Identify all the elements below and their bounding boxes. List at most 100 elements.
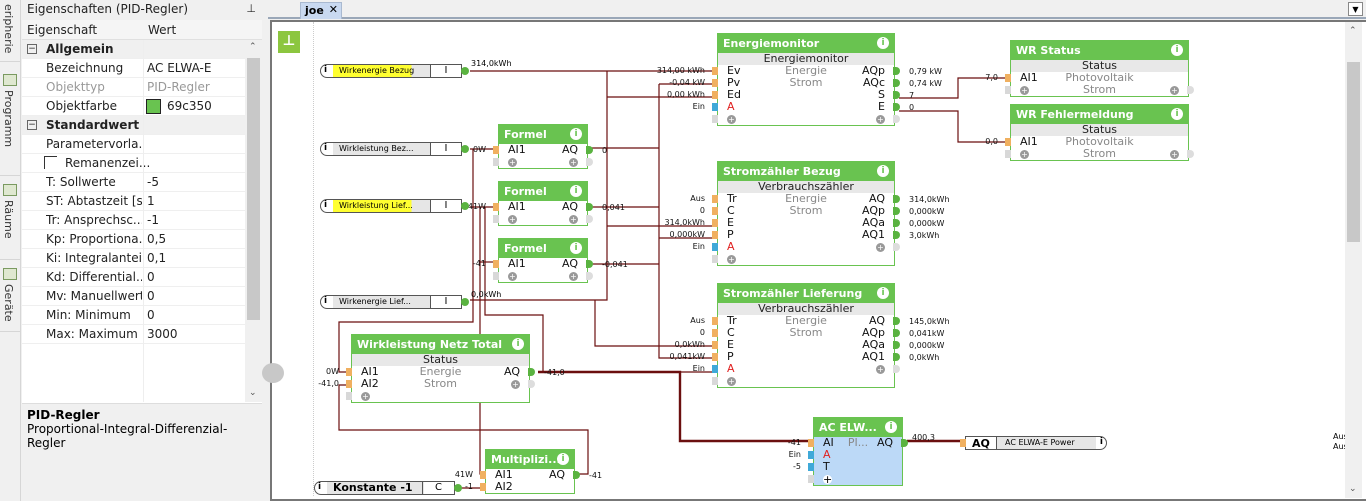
input-pin[interactable]: 0W	[473, 146, 499, 154]
output-pin[interactable]	[454, 484, 462, 492]
input-pin[interactable]: -1	[465, 483, 486, 491]
block-wrfehler[interactable]: WR Fehlermeldung i Status Photovoltaik 0,0 AI…	[985, 104, 1194, 161]
block-header[interactable]: AC ELW... i	[814, 418, 902, 437]
input-pin[interactable]: 41W	[468, 203, 499, 211]
block-header[interactable]: WR Status i	[1011, 41, 1188, 60]
input-pin[interactable]	[1005, 86, 1011, 94]
block-pid[interactable]: AC ELW... i PI... -41 AI AQ Ein A -5 T +	[788, 417, 908, 486]
input-pin[interactable]: Ein	[693, 103, 718, 111]
input-pin[interactable]: 0,041kW	[670, 353, 718, 361]
input-pin[interactable]: -5	[793, 463, 814, 471]
canvas-scroll-thumb[interactable]	[1347, 62, 1360, 242]
input-pin[interactable]: 0,00 kWh	[667, 91, 718, 99]
info-icon[interactable]: i	[512, 338, 524, 350]
block-header[interactable]: Formel i	[499, 182, 587, 201]
input-pin[interactable]	[712, 255, 718, 263]
add-input-icon[interactable]: +	[1020, 148, 1029, 160]
info-icon[interactable]: i	[885, 421, 897, 433]
add-input-icon[interactable]: +	[508, 156, 517, 168]
output-pin[interactable]	[461, 202, 469, 210]
block-header[interactable]: WR Fehlermeldung i	[1011, 105, 1188, 124]
info-icon[interactable]: i	[324, 200, 327, 210]
input-pin[interactable]: 314,00 kWh	[657, 67, 718, 75]
add-output-icon[interactable]: +	[569, 270, 578, 282]
input-pin[interactable]	[493, 158, 499, 166]
input-pin[interactable]: -41	[473, 260, 499, 268]
add-input-icon[interactable]: +	[508, 270, 517, 282]
block-header[interactable]: Energiemonitor i	[718, 34, 894, 53]
add-input-icon[interactable]: +	[727, 375, 736, 387]
add-output-icon[interactable]: +	[1170, 148, 1179, 160]
input-reference[interactable]: i Wirkenergie Lief... I 0,0kWh	[320, 290, 501, 309]
input-pin[interactable]: 0	[700, 329, 718, 337]
block-formel3[interactable]: Formel i -41 AI1 AQ -0,041 + +	[473, 238, 628, 283]
input-pin[interactable]	[712, 115, 718, 123]
info-icon[interactable]: i	[1171, 108, 1183, 120]
input-pin[interactable]: 7,0	[985, 74, 1011, 82]
info-icon[interactable]: i	[324, 296, 327, 306]
block-formel1[interactable]: Formel i 0W AI1 AQ 0 + +	[473, 124, 607, 169]
output-pin[interactable]	[461, 145, 469, 153]
add-output-icon[interactable]: +	[569, 213, 578, 225]
block-header[interactable]: Stromzähler Lieferung i	[718, 284, 894, 303]
input-pin[interactable]	[346, 392, 352, 400]
add-input-icon[interactable]: +	[361, 390, 370, 402]
input-pin[interactable]: -0,04 kW	[669, 79, 718, 87]
input-pin[interactable]: Ein	[789, 451, 814, 459]
block-netztotal[interactable]: Wirkleistung Netz Total i Status Energie 0W A…	[318, 334, 565, 403]
add-output-icon[interactable]: +	[876, 113, 885, 125]
input-pin[interactable]: 0W	[326, 368, 352, 376]
input-pin[interactable]	[808, 475, 814, 483]
scroll-up-icon[interactable]: ⌃	[1349, 26, 1357, 36]
info-icon[interactable]: i	[1100, 437, 1103, 447]
add-output-icon[interactable]: +	[876, 241, 885, 253]
input-pin[interactable]	[960, 439, 966, 447]
block-energiemonitor[interactable]: Energiemonitor i Energiemonitor Energie 314,…	[657, 33, 942, 126]
block-header[interactable]: Stromzähler Bezug i	[718, 162, 894, 181]
input-pin[interactable]: 0,0	[985, 138, 1011, 146]
add-input-icon[interactable]: +	[727, 113, 736, 125]
block-header[interactable]: Formel i	[499, 125, 587, 144]
add-output-icon[interactable]: +	[876, 363, 885, 375]
input-reference[interactable]: i Wirkenergie Bezug I 314,0kWh	[320, 59, 512, 78]
info-icon[interactable]: i	[877, 165, 889, 177]
input-pin[interactable]: 0,000kW	[670, 231, 718, 239]
input-pin[interactable]: Ein	[693, 365, 718, 373]
input-pin[interactable]: Ein	[693, 243, 718, 251]
add-input-icon[interactable]: +	[727, 253, 736, 265]
info-icon[interactable]: i	[570, 185, 582, 197]
input-reference[interactable]: i Wirkleistung Lief... I	[320, 199, 469, 213]
info-icon[interactable]: i	[877, 287, 889, 299]
input-pin[interactable]	[712, 377, 718, 385]
block-bezug[interactable]: Stromzähler Bezug i Verbrauchszähler Energi…	[664, 161, 950, 266]
input-pin[interactable]: 0,0kWh	[675, 341, 718, 349]
block-formel2[interactable]: Formel i 41W AI1 AQ 0,041 + +	[468, 181, 625, 226]
block-lieferung[interactable]: Stromzähler Lieferung i Verbrauchszähler En…	[670, 283, 950, 388]
output-reference-ac-elwa-power[interactable]: AQ AC ELWA-E Power i	[960, 436, 1107, 450]
input-pin[interactable]: -41,0	[318, 380, 352, 388]
info-icon[interactable]: i	[877, 37, 889, 49]
input-pin[interactable]: -41	[788, 439, 814, 447]
info-icon[interactable]: i	[570, 128, 582, 140]
input-pin[interactable]: 314,0kWh	[664, 219, 718, 227]
block-multi[interactable]: Multiplizi... i 41W AI1 AQ -41 -1 AI2	[455, 449, 602, 494]
input-pin[interactable]	[493, 215, 499, 223]
input-reference[interactable]: i Wirkleistung Bez... I	[320, 142, 469, 156]
block-header[interactable]: Multiplizi... i	[486, 450, 574, 469]
input-pin[interactable]	[493, 272, 499, 280]
output-pin[interactable]	[461, 298, 469, 306]
info-icon[interactable]: i	[324, 143, 327, 153]
input-pin[interactable]: 41W	[455, 471, 486, 479]
info-icon[interactable]: i	[1171, 44, 1183, 56]
block-header[interactable]: Formel i	[499, 239, 587, 258]
add-input-icon[interactable]: +	[508, 213, 517, 225]
info-icon[interactable]: i	[557, 453, 569, 465]
add-output-icon[interactable]: +	[511, 378, 520, 390]
input-pin[interactable]: 0	[700, 207, 718, 215]
add-input-icon[interactable]: +	[1020, 84, 1029, 96]
add-input-icon[interactable]: +	[823, 473, 832, 485]
info-icon[interactable]: i	[318, 482, 321, 492]
info-icon[interactable]: i	[324, 65, 327, 75]
scroll-down-icon[interactable]: ⌄	[1349, 484, 1357, 494]
info-icon[interactable]: i	[570, 242, 582, 254]
